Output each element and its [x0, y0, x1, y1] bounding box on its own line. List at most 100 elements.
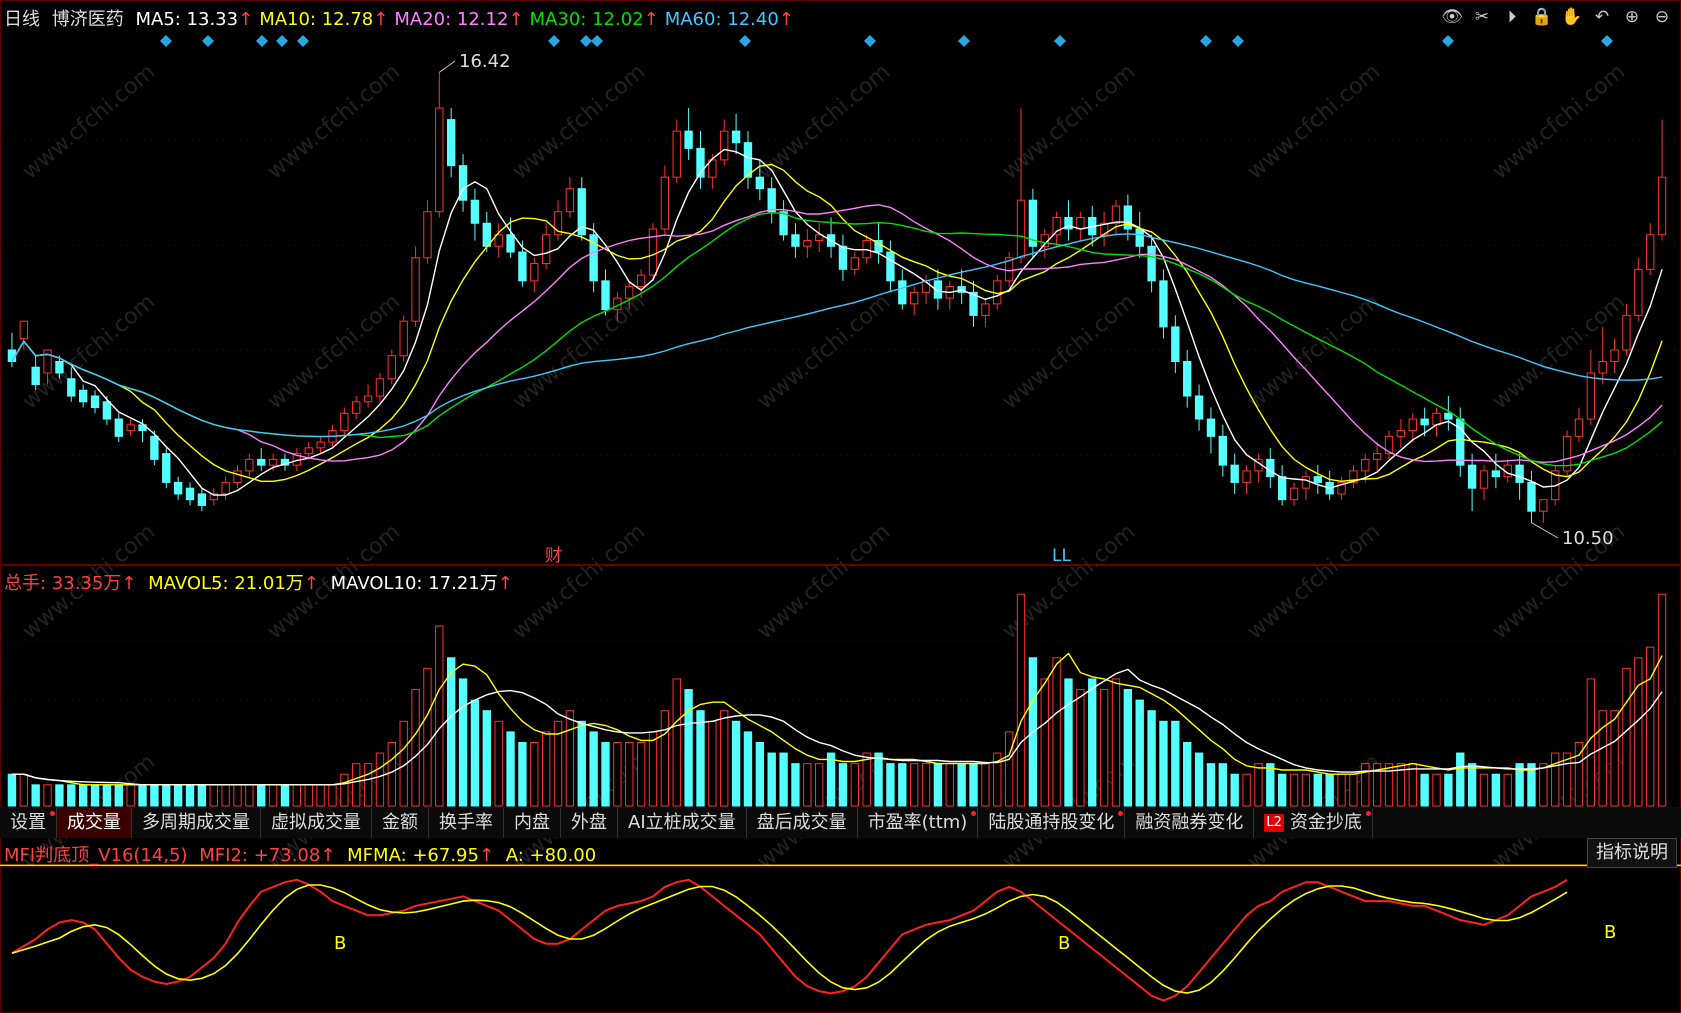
- candle-up: [423, 211, 432, 259]
- high-leader-line: [439, 60, 456, 73]
- volume-bar-up: [850, 763, 859, 807]
- tab-12[interactable]: 融资融券变化: [1125, 808, 1255, 838]
- undo-icon[interactable]: ↶: [1591, 6, 1613, 28]
- volume-bar-up: [1111, 678, 1121, 807]
- volume-bar-down: [684, 689, 693, 807]
- volume-bar-down: [173, 784, 183, 807]
- tab-1[interactable]: 成交量: [57, 808, 132, 838]
- watermark-text: www.cfchi.com: [753, 289, 895, 414]
- eye-icon[interactable]: 👁: [1441, 6, 1463, 28]
- tab-11[interactable]: 陆股通持股变化: [978, 808, 1126, 838]
- tab-4[interactable]: 金额: [372, 808, 429, 838]
- volume-bar-up: [815, 763, 824, 807]
- volume-bar-up: [1242, 773, 1251, 807]
- event-diamond: [1054, 35, 1066, 47]
- tab-13[interactable]: L2 资金抄底: [1254, 808, 1373, 838]
- volume-bar-up: [1349, 773, 1358, 807]
- ma-legend-item: MA5: 13.33↑: [135, 9, 254, 30]
- candle-up: [1610, 349, 1619, 362]
- tab-7[interactable]: 外盘: [561, 808, 618, 838]
- watermark-text: www.cfchi.com: [508, 519, 650, 644]
- lock-icon[interactable]: 🔒: [1531, 6, 1553, 28]
- tab-8[interactable]: AI立桩成交量: [618, 808, 747, 838]
- volume-bar-up: [708, 720, 717, 807]
- event-diamond: [739, 35, 751, 47]
- volume-bar-down: [7, 773, 17, 807]
- volume-bar-down: [1159, 720, 1168, 807]
- volume-bar-up: [245, 784, 254, 807]
- stock-name: 博济医药: [51, 9, 124, 30]
- event-diamond: [276, 35, 288, 47]
- event-diamond: [1232, 35, 1244, 47]
- tab-label: 融资融券变化: [1135, 812, 1244, 833]
- candle-down: [1491, 470, 1501, 478]
- volume-bar-up: [862, 752, 871, 807]
- ma-legend: MA5: 13.33↑ MA10: 12.78↑ MA20: 12.12↑ MA30:…: [135, 9, 799, 30]
- tab-3[interactable]: 虚拟成交量: [261, 808, 372, 838]
- zoom-out-icon[interactable]: ⊖: [1651, 6, 1673, 28]
- volume-bar-down: [874, 752, 883, 807]
- candle-up: [636, 274, 646, 288]
- tab-9[interactable]: 盘后成交量: [747, 808, 858, 838]
- candle-down: [197, 493, 207, 506]
- volume-bar-down: [743, 731, 753, 807]
- indicator-panel-header: MFI判底顶_V16(14,5) MFI2: +73.08↑ MFMA: +67…: [4, 841, 602, 867]
- candle-up: [1598, 360, 1607, 374]
- volume-bar-down: [577, 720, 586, 807]
- financial-report-marker[interactable]: 财: [545, 546, 562, 566]
- tab-label: 换手率: [439, 812, 493, 833]
- candle-down: [1135, 228, 1144, 247]
- zoom-in-icon[interactable]: ⊕: [1621, 6, 1643, 28]
- tab-label: 设置: [10, 812, 46, 833]
- volume-bar-down: [185, 784, 195, 807]
- volume-bar-down: [886, 763, 895, 807]
- volume-bar-up: [648, 731, 658, 807]
- candle-up: [411, 257, 420, 322]
- volume-bar-up: [1622, 667, 1631, 807]
- candle-down: [601, 280, 610, 311]
- candle-up: [850, 257, 859, 270]
- tab-label: AI立桩成交量: [628, 812, 736, 833]
- play-icon[interactable]: ⏵: [1501, 6, 1523, 28]
- tab-label: 市盈率(ttm): [867, 812, 968, 833]
- candle-up: [316, 441, 325, 449]
- volume-bar-down: [138, 784, 147, 807]
- volume-bar-up: [352, 763, 361, 807]
- volume-bar-down: [1088, 678, 1097, 807]
- period-label[interactable]: 日线: [4, 9, 40, 30]
- notification-dot: [50, 811, 55, 816]
- indicator-name[interactable]: MFI判底顶_V16(14,5): [4, 845, 188, 866]
- buy-signal-label: B: [1604, 922, 1616, 943]
- tab-6[interactable]: 内盘: [504, 808, 561, 838]
- volume-bar-up: [1610, 710, 1619, 807]
- candle-up: [1242, 470, 1251, 483]
- tab-2[interactable]: 多周期成交量: [132, 808, 261, 838]
- tab-0[interactable]: 设置: [0, 808, 57, 838]
- buy-signal-labels: B BB: [334, 922, 1616, 954]
- ll-marker[interactable]: LL: [1052, 546, 1071, 566]
- volume-bar-up: [494, 720, 503, 807]
- event-diamond: [1442, 35, 1454, 47]
- volume-bar-down: [696, 710, 705, 807]
- candle-up: [565, 188, 575, 213]
- candle-down: [102, 401, 112, 420]
- tab-10[interactable]: 市盈率(ttm): [858, 808, 979, 838]
- watermark-text: www.cfchi.com: [998, 289, 1140, 414]
- volume-bar-up: [625, 741, 634, 807]
- scissors-icon[interactable]: ✂: [1471, 6, 1493, 28]
- hand-icon[interactable]: ✋: [1561, 6, 1583, 28]
- volume-bar-up: [43, 784, 52, 807]
- candle-down: [470, 199, 480, 224]
- tab-5[interactable]: 换手率: [429, 808, 504, 838]
- volume-bar-up: [530, 741, 539, 807]
- candle-down: [838, 245, 848, 270]
- candle-down: [1206, 418, 1216, 437]
- indicator-help-button[interactable]: 指标说明: [1587, 838, 1677, 868]
- candle-down: [518, 251, 527, 282]
- volume-bar-up: [1254, 763, 1263, 807]
- volume-bar-down: [1218, 763, 1228, 807]
- candle-up: [1657, 176, 1667, 236]
- tab-label: 成交量: [67, 812, 121, 833]
- candle-up: [1301, 476, 1311, 489]
- candle-up: [1289, 487, 1299, 501]
